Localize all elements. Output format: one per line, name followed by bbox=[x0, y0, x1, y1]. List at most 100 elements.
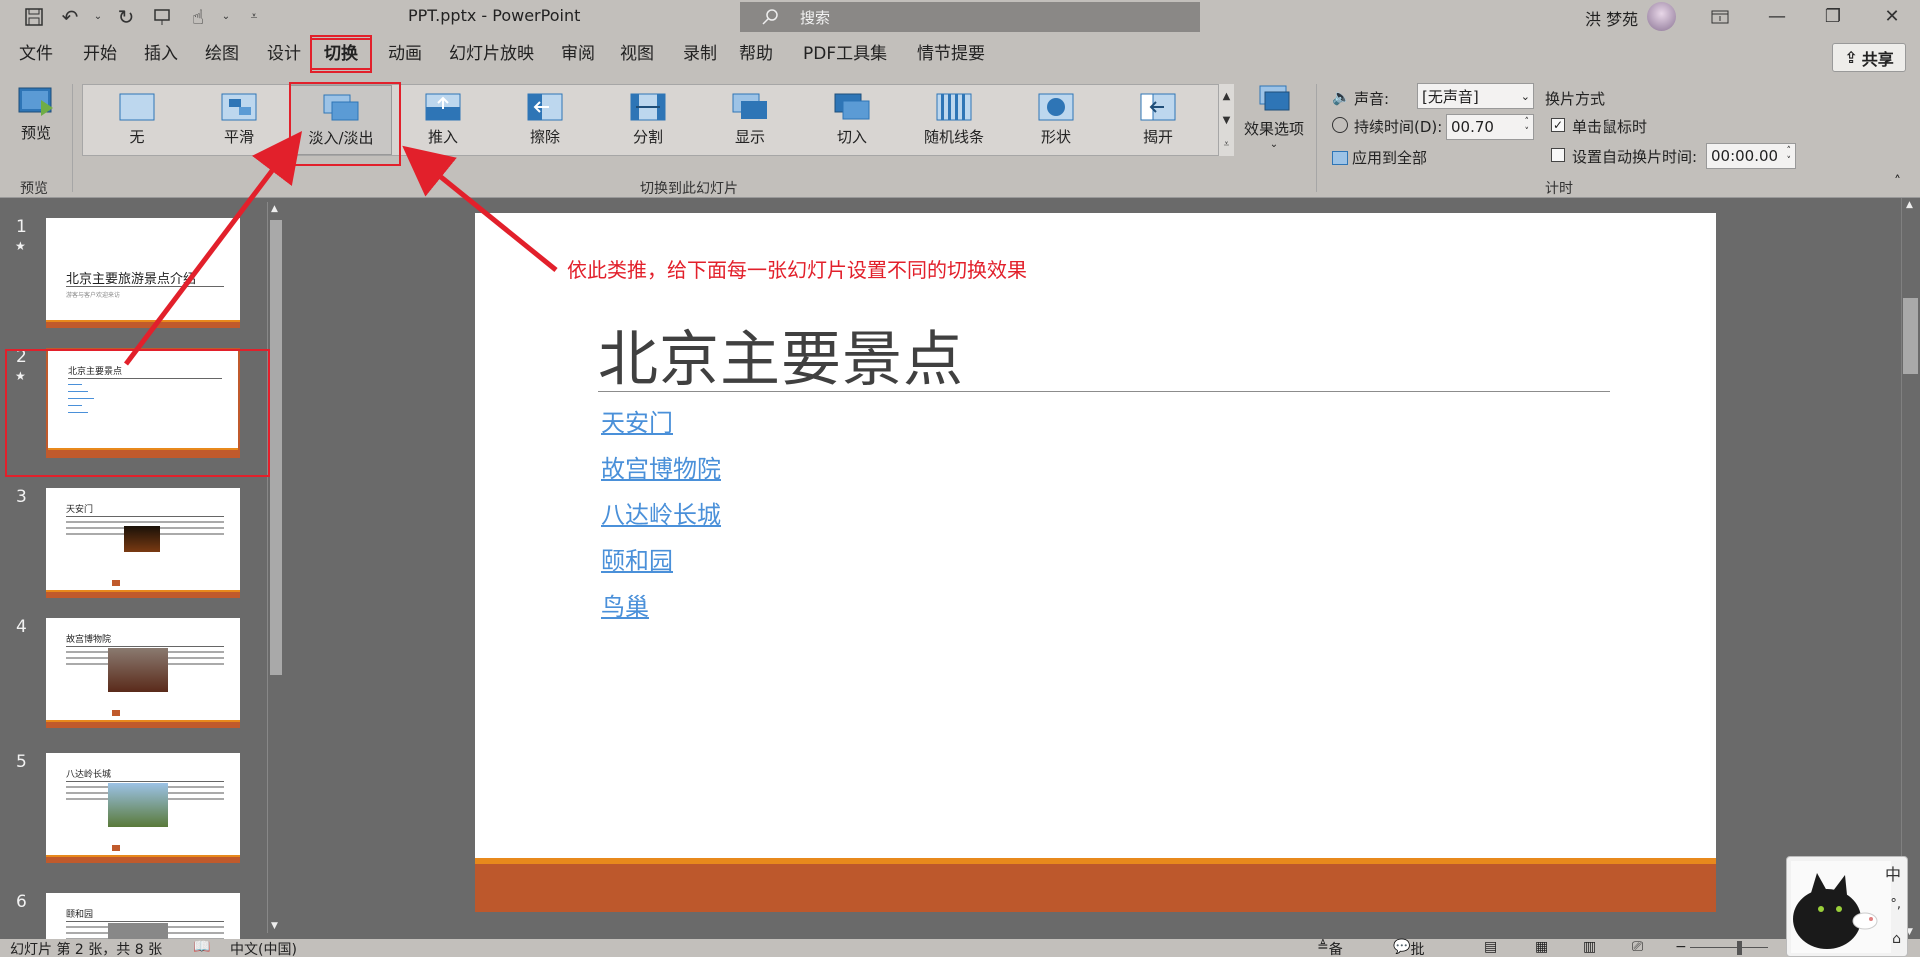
preview-button[interactable]: 预览 bbox=[14, 86, 58, 146]
tab-4[interactable]: 设计 bbox=[264, 38, 304, 70]
thumbnail-nav-icon bbox=[112, 845, 120, 851]
tab-1[interactable]: 开始 bbox=[80, 38, 120, 70]
auto-advance-stepper[interactable]: 00:00.00 ˄ ˅ bbox=[1706, 143, 1796, 169]
tab-10[interactable]: 录制 bbox=[680, 38, 720, 70]
close-icon[interactable]: ✕ bbox=[1862, 0, 1920, 33]
random-bars-transition-icon bbox=[936, 93, 972, 121]
spellcheck-icon[interactable]: 📖 bbox=[193, 939, 210, 955]
sound-dropdown[interactable]: [无声音] ⌄ bbox=[1417, 83, 1534, 109]
slide-thumbnail-1[interactable]: 北京主要旅游景点介绍游客与客户欢迎来访 bbox=[46, 218, 240, 328]
slide-sorter-icon[interactable]: ▦ bbox=[1535, 939, 1548, 955]
thumbnail-subtitle: 游客与客户欢迎来访 bbox=[66, 292, 121, 299]
present-icon[interactable] bbox=[148, 3, 176, 31]
transition-10-button[interactable]: 揭开 bbox=[1107, 85, 1209, 155]
slide-link-1[interactable]: 故宫博物院 bbox=[601, 449, 721, 484]
on-click-checkbox[interactable]: ✓ bbox=[1551, 118, 1565, 132]
sound-icon: 🔈 bbox=[1332, 88, 1351, 106]
save-icon[interactable] bbox=[20, 3, 48, 31]
transition-6-button[interactable]: 显示 bbox=[699, 85, 801, 155]
thumbnail-title: 北京主要旅游景点介绍 bbox=[66, 272, 197, 287]
avatar[interactable] bbox=[1647, 2, 1676, 31]
transition-5-button[interactable]: 分割 bbox=[597, 85, 699, 155]
gallery-up-icon[interactable]: ▲ bbox=[1223, 91, 1231, 102]
search-box[interactable]: 搜索 bbox=[740, 2, 1200, 32]
comments-button[interactable]: 💬 批注 bbox=[1393, 939, 1424, 957]
transition-4-button[interactable]: 擦除 bbox=[494, 85, 596, 155]
tab-11[interactable]: 帮助 bbox=[736, 38, 776, 70]
ribbon-display-icon[interactable] bbox=[1690, 0, 1750, 33]
share-button[interactable]: ⇪ 共享 bbox=[1832, 43, 1906, 72]
clock-icon bbox=[1332, 117, 1348, 133]
undo-icon[interactable]: ↶ bbox=[56, 3, 84, 31]
ribbon-tabs: 文件 开始 插入 绘图 设计 切换 动画 幻灯片放映 审阅 视图 录制 帮助 PDF工具集 情节提要 bbox=[0, 33, 1920, 74]
redo-icon[interactable]: ↻ bbox=[112, 3, 140, 31]
apply-all-button[interactable]: 应用到全部 bbox=[1332, 147, 1427, 168]
duration-stepper[interactable]: 00.70 ˄ ˅ bbox=[1446, 114, 1534, 140]
slide-title[interactable]: 北京主要景点 bbox=[598, 311, 964, 398]
slideshow-view-icon[interactable]: ⎚ bbox=[1632, 939, 1643, 955]
ime-settings-icon[interactable]: ⌂ bbox=[1892, 931, 1901, 947]
tab-0[interactable]: 文件 bbox=[16, 38, 56, 70]
slide-link-3[interactable]: 颐和园 bbox=[601, 541, 673, 576]
thumbnail-photo bbox=[108, 783, 168, 827]
animation-star-icon: ★ bbox=[15, 239, 26, 253]
slide-link-0[interactable]: 天安门 bbox=[601, 403, 673, 438]
scroll-down-icon[interactable]: ▼ bbox=[271, 921, 278, 931]
gallery-more-icon[interactable]: ⩡ bbox=[1224, 139, 1230, 150]
tab-13[interactable]: 情节提要 bbox=[914, 38, 988, 70]
ime-widget[interactable]: 中 °, ⌂ bbox=[1786, 856, 1908, 957]
transition-7-button[interactable]: 切入 bbox=[801, 85, 903, 155]
minimize-icon[interactable]: — bbox=[1747, 0, 1807, 33]
slide-thumbnail-3[interactable]: 天安门 bbox=[46, 488, 240, 598]
language-label[interactable]: 中文(中国) bbox=[230, 939, 297, 957]
effect-options-button[interactable]: 效果选项 ⌄ bbox=[1244, 84, 1304, 164]
tab-9[interactable]: 视图 bbox=[617, 38, 657, 70]
user-name[interactable]: 洪 梦苑 bbox=[1585, 6, 1638, 30]
preview-group-label: 预览 bbox=[20, 181, 48, 197]
normal-view-icon[interactable]: ▤ bbox=[1484, 939, 1497, 955]
touch-dropdown-icon[interactable]: ⌄ bbox=[220, 3, 232, 31]
slide-thumbnail-5[interactable]: 八达岭长城 bbox=[46, 753, 240, 863]
effect-options-chevron-icon: ⌄ bbox=[1269, 139, 1279, 150]
slide-canvas[interactable]: 北京主要景点 天安门故宫博物院八达岭长城颐和园鸟巢 bbox=[475, 213, 1716, 912]
transition-3-button[interactable]: 推入 bbox=[392, 85, 494, 155]
transition-9-button[interactable]: 形状 bbox=[1005, 85, 1107, 155]
slide-thumbnail-4[interactable]: 故宫博物院 bbox=[46, 618, 240, 728]
tab-12[interactable]: PDF工具集 bbox=[800, 38, 890, 70]
ime-mode[interactable]: 中 bbox=[1885, 861, 1901, 885]
transition-1-button[interactable]: 平滑 bbox=[188, 85, 290, 155]
timing-group-label: 计时 bbox=[1545, 181, 1573, 197]
auto-advance-checkbox[interactable] bbox=[1551, 148, 1565, 162]
thumbnail-text-line bbox=[66, 521, 224, 523]
tab-7[interactable]: 幻灯片放映 bbox=[446, 38, 537, 70]
scroll-up-icon[interactable]: ▲ bbox=[1906, 200, 1913, 210]
title-bar: ↶ ⌄ ↻ ☝ ⌄ ⩡ PPT.pptx - PowerPoint 搜索 洪 梦… bbox=[0, 0, 1920, 33]
zoom-slider[interactable] bbox=[1690, 947, 1768, 948]
transition-0-button[interactable]: 无 bbox=[86, 85, 188, 155]
transition-8-button[interactable]: 随机线条 bbox=[903, 85, 1005, 155]
ime-punct[interactable]: °, bbox=[1890, 897, 1901, 912]
slide-link-4[interactable]: 鸟巢 bbox=[601, 587, 649, 622]
slide-scroll-thumb[interactable] bbox=[1903, 298, 1918, 374]
status-bar: 幻灯片 第 2 张，共 8 张 📖 中文(中国) ≜ 备注 💬 批注 ▤ ▦ ▥… bbox=[0, 939, 1920, 957]
tab-2[interactable]: 插入 bbox=[141, 38, 181, 70]
thumbnail-title: 八达岭长城 bbox=[66, 770, 112, 780]
gallery-down-icon[interactable]: ▼ bbox=[1223, 115, 1231, 126]
touch-mode-icon[interactable]: ☝ bbox=[184, 3, 212, 31]
zoom-out-icon[interactable]: − bbox=[1675, 939, 1687, 955]
collapse-ribbon-icon[interactable]: ˄ bbox=[1894, 174, 1901, 190]
tab-3[interactable]: 绘图 bbox=[202, 38, 242, 70]
tab-8[interactable]: 审阅 bbox=[558, 38, 598, 70]
reading-view-icon[interactable]: ▥ bbox=[1583, 939, 1596, 955]
notes-button[interactable]: ≜ 备注 bbox=[1317, 939, 1343, 957]
slide-link-2[interactable]: 八达岭长城 bbox=[601, 495, 721, 530]
duration-value: 00.70 bbox=[1451, 118, 1494, 136]
undo-dropdown-icon[interactable]: ⌄ bbox=[92, 3, 104, 31]
zoom-slider-thumb[interactable] bbox=[1737, 941, 1742, 955]
thumbnail-title: 天安门 bbox=[66, 505, 94, 515]
thumbnail-scroll-thumb[interactable] bbox=[270, 220, 282, 675]
scroll-up-icon[interactable]: ▲ bbox=[271, 204, 278, 214]
customize-qat-icon[interactable]: ⩡ bbox=[240, 3, 268, 31]
restore-icon[interactable]: ❐ bbox=[1803, 0, 1863, 33]
tab-6[interactable]: 动画 bbox=[385, 38, 425, 70]
